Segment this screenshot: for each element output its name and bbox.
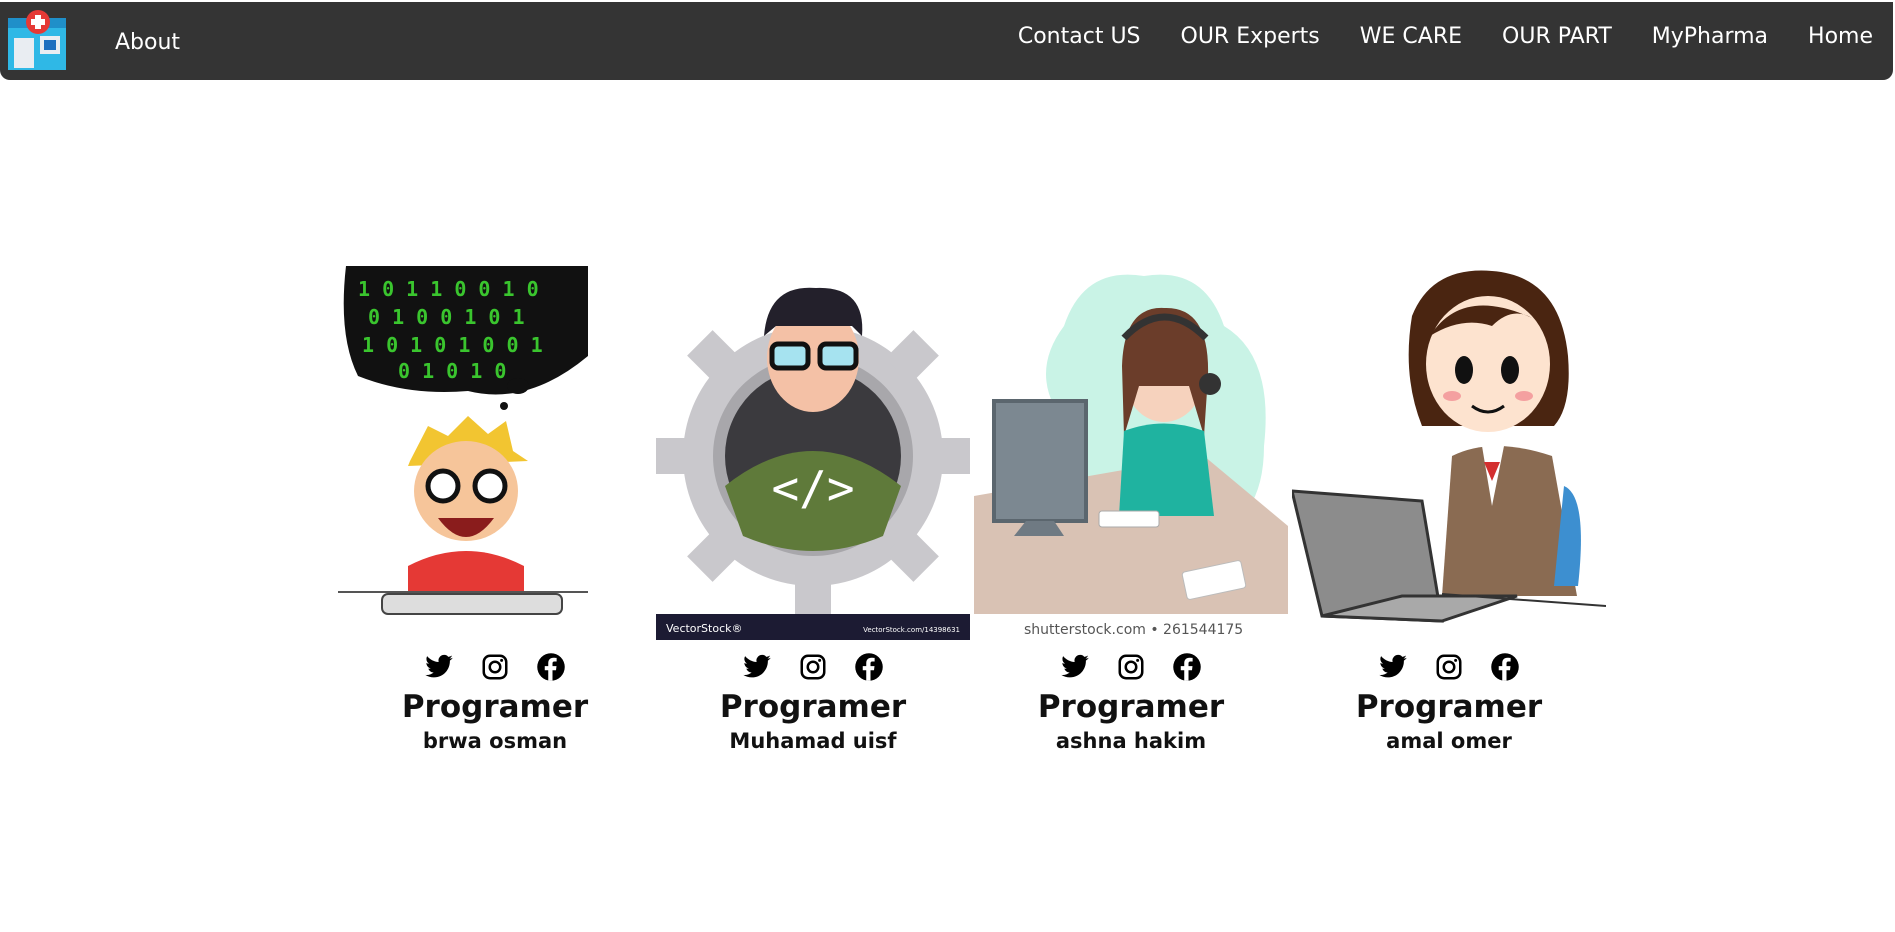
facebook-icon[interactable] bbox=[854, 652, 884, 682]
svg-text:0 1 0 0 1 0 1: 0 1 0 0 1 0 1 bbox=[368, 305, 525, 329]
facebook-icon[interactable] bbox=[1490, 652, 1520, 682]
facebook-icon[interactable] bbox=[1172, 652, 1202, 682]
instagram-icon[interactable] bbox=[1434, 652, 1464, 682]
nav-we-care-link[interactable]: WE CARE bbox=[1360, 24, 1462, 49]
programmer-boy-image: 1 0 1 1 0 0 1 0 0 1 0 0 1 0 1 1 0 1 0 1 … bbox=[338, 266, 652, 640]
card-name: amal omer bbox=[1386, 729, 1512, 753]
social-icons bbox=[1060, 652, 1202, 682]
instagram-icon[interactable] bbox=[480, 652, 510, 682]
card-name: brwa osman bbox=[422, 729, 568, 753]
card-name: Muhamad uisf bbox=[729, 729, 897, 753]
programmer-gear-image: </> VectorStock® VectorStock.com/1439863… bbox=[656, 266, 970, 640]
card-role: Programer bbox=[1355, 689, 1543, 725]
nav-links: Contact US OUR Experts WE CARE OUR PART … bbox=[1018, 24, 1873, 49]
nav-experts-link[interactable]: OUR Experts bbox=[1181, 24, 1320, 49]
card-role: Programer bbox=[1037, 689, 1225, 725]
programmer-woman-laptop-image bbox=[1292, 266, 1606, 640]
nav-contact-link[interactable]: Contact US bbox=[1018, 24, 1141, 49]
team-card: shutterstock.com • 261544175 Programer a… bbox=[972, 266, 1290, 756]
team-cards: 1 0 1 1 0 0 1 0 0 1 0 0 1 0 1 1 0 1 0 1 … bbox=[336, 266, 1608, 756]
card-role: Programer bbox=[719, 689, 907, 725]
watermark-left: VectorStock® bbox=[666, 622, 743, 635]
social-icons bbox=[424, 652, 566, 682]
twitter-icon[interactable] bbox=[424, 652, 454, 682]
card-role: Programer bbox=[401, 689, 589, 725]
team-card: </> VectorStock® VectorStock.com/1439863… bbox=[654, 266, 972, 756]
watermark-text: shutterstock.com • 261544175 bbox=[1024, 622, 1243, 638]
social-icons bbox=[742, 652, 884, 682]
svg-text:1 0 1 0 1 0 0 1: 1 0 1 0 1 0 0 1 bbox=[362, 333, 543, 357]
watermark-right: VectorStock.com/14398631 bbox=[863, 626, 960, 634]
svg-text:0 1 0 1 0: 0 1 0 1 0 bbox=[398, 359, 506, 383]
pharmacy-logo[interactable] bbox=[6, 8, 70, 74]
nav-our-part-link[interactable]: OUR PART bbox=[1502, 24, 1612, 49]
team-card: Programer amal omer bbox=[1290, 266, 1608, 756]
facebook-icon[interactable] bbox=[536, 652, 566, 682]
instagram-icon[interactable] bbox=[798, 652, 828, 682]
nav-mypharma-link[interactable]: MyPharma bbox=[1652, 24, 1768, 49]
twitter-icon[interactable] bbox=[742, 652, 772, 682]
svg-text:</>: </> bbox=[771, 461, 854, 515]
nav-about-link[interactable]: About bbox=[115, 30, 180, 55]
card-name: ashna hakim bbox=[1055, 729, 1207, 753]
nav-home-link[interactable]: Home bbox=[1808, 24, 1873, 49]
twitter-icon[interactable] bbox=[1378, 652, 1408, 682]
svg-text:1 0 1 1 0 0 1 0: 1 0 1 1 0 0 1 0 bbox=[358, 277, 539, 301]
social-icons bbox=[1378, 652, 1520, 682]
twitter-icon[interactable] bbox=[1060, 652, 1090, 682]
instagram-icon[interactable] bbox=[1116, 652, 1146, 682]
programmer-girl-desk-image: shutterstock.com • 261544175 bbox=[974, 266, 1288, 640]
team-card: 1 0 1 1 0 0 1 0 0 1 0 0 1 0 1 1 0 1 0 1 … bbox=[336, 266, 654, 756]
top-navbar: About Contact US OUR Experts WE CARE OUR… bbox=[0, 2, 1893, 80]
